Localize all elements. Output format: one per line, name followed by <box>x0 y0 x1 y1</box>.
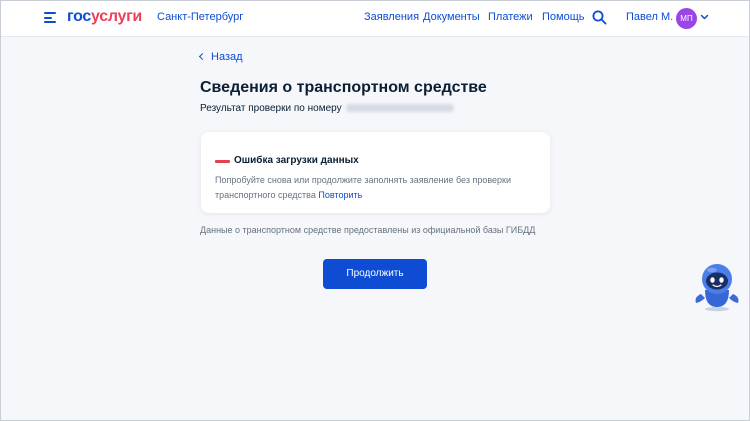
top-header: госуслуги Санкт-Петербург Заявления Доку… <box>0 0 750 37</box>
page-title: Сведения о транспортном средстве <box>200 79 487 96</box>
check-result-label: Результат проверки по номеру <box>200 103 342 114</box>
avatar[interactable]: МП <box>676 8 697 29</box>
hamburger-menu-icon[interactable] <box>44 12 56 23</box>
search-icon[interactable] <box>592 10 607 25</box>
back-label: Назад <box>211 51 243 63</box>
error-card: Ошибка загрузки данных Попробуйте снова … <box>201 132 550 213</box>
chevron-left-icon <box>198 52 207 61</box>
user-name[interactable]: Павел М. <box>626 11 673 23</box>
error-title: Ошибка загрузки данных <box>234 155 359 166</box>
nav-link-documents[interactable]: Документы <box>423 11 480 23</box>
retry-link[interactable]: Повторить <box>318 190 362 200</box>
error-message: Попробуйте снова или продолжите заполнят… <box>215 173 515 203</box>
continue-button[interactable]: Продолжить <box>323 259 427 289</box>
gosuslugi-logo[interactable]: госуслуги <box>67 8 142 26</box>
back-link[interactable]: Назад <box>198 51 243 63</box>
robot-assistant-icon[interactable] <box>692 260 742 312</box>
nav-link-applications[interactable]: Заявления <box>364 11 419 23</box>
chevron-down-icon[interactable] <box>700 14 709 21</box>
error-text: Попробуйте снова или продолжите заполнят… <box>215 175 511 200</box>
nav-link-payments[interactable]: Платежи <box>488 11 533 23</box>
error-indicator <box>215 160 230 163</box>
region-selector[interactable]: Санкт-Петербург <box>157 11 243 23</box>
data-source-note: Данные о транспортном средстве предостав… <box>200 225 536 235</box>
nav-link-help[interactable]: Помощь <box>542 11 585 23</box>
redacted-vehicle-number <box>345 104 454 113</box>
check-result-line: Результат проверки по номеру <box>200 103 454 114</box>
